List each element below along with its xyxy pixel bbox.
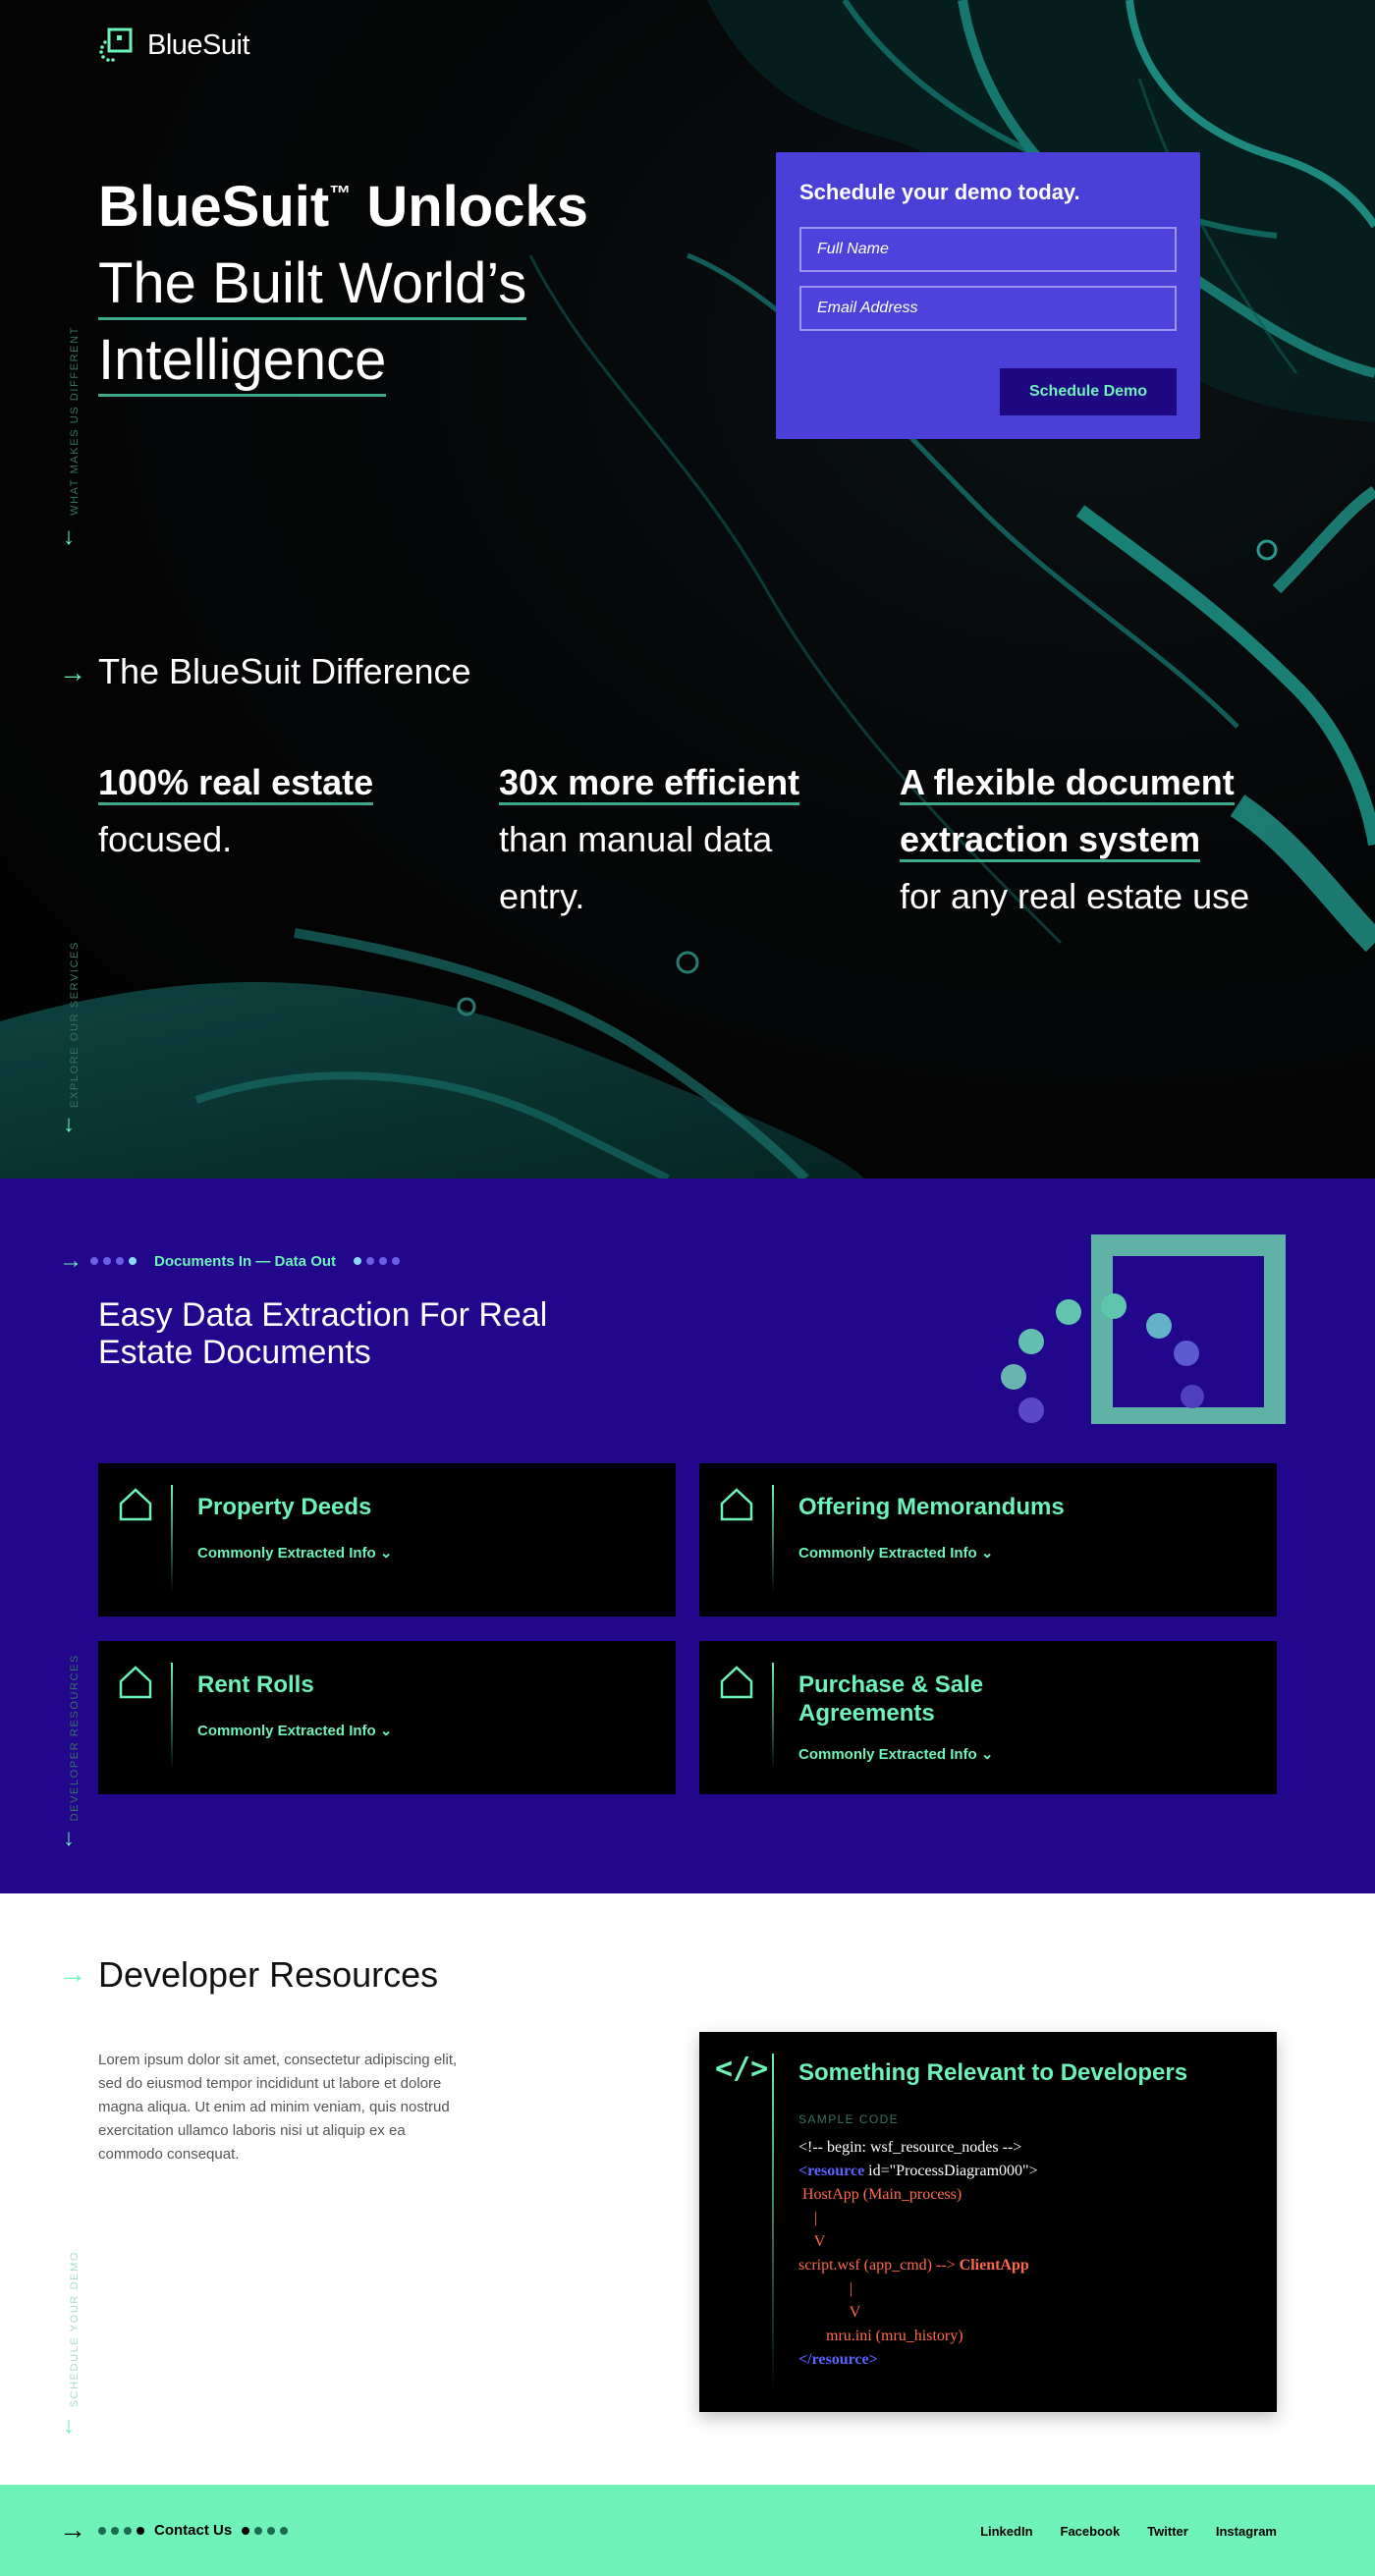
stat-3-rest: for any real estate use bbox=[900, 876, 1250, 916]
arrow-right-icon: → bbox=[59, 2514, 86, 2545]
card-offering-memorandums[interactable]: Offering Memorandums Commonly Extracted … bbox=[699, 1463, 1277, 1617]
schedule-demo-form: Schedule your demo today. Schedule Demo bbox=[776, 152, 1200, 439]
house-icon bbox=[720, 1488, 753, 1521]
arrow-down-icon[interactable]: ↓ bbox=[57, 1113, 81, 1136]
stat-2-rest-line1: than manual data bbox=[499, 819, 773, 859]
side-label-what-makes-us-different: WHAT MAKES US DIFFERENT bbox=[69, 326, 81, 516]
divider bbox=[171, 1485, 173, 1593]
house-icon bbox=[119, 1488, 152, 1521]
full-name-input[interactable] bbox=[799, 227, 1177, 272]
bluesuit-logo-icon bbox=[99, 27, 133, 62]
instagram-link[interactable]: Instagram bbox=[1216, 2524, 1277, 2539]
sample-code-label: SAMPLE CODE bbox=[798, 2112, 900, 2126]
card-title: Rent Rolls bbox=[197, 1672, 314, 1698]
contact-us-link[interactable]: Contact Us bbox=[98, 2522, 289, 2539]
divider bbox=[772, 1663, 774, 1771]
arrow-down-icon[interactable]: ↓ bbox=[57, 1827, 81, 1850]
commonly-extracted-toggle[interactable]: Commonly Extracted Info ⌄ bbox=[197, 1544, 392, 1562]
difference-title: The BlueSuit Difference bbox=[98, 651, 471, 691]
stat-real-estate-focused: 100% real estate focused. bbox=[98, 754, 374, 868]
card-title: Offering Memorandums bbox=[798, 1494, 1065, 1520]
services-section: → Documents In — Data Out Easy Data Extr… bbox=[0, 1178, 1375, 1893]
brand-name: BlueSuit bbox=[147, 28, 250, 61]
house-icon bbox=[720, 1666, 753, 1699]
linkedin-link[interactable]: LinkedIn bbox=[980, 2524, 1032, 2539]
services-breadcrumb: → Documents In — Data Out bbox=[59, 1247, 401, 1275]
stat-3-bold-line2: extraction system bbox=[900, 819, 1201, 862]
arrow-right-icon: → bbox=[59, 657, 86, 687]
hero-title: BlueSuit™ Unlocks The Built World’s Inte… bbox=[98, 155, 588, 399]
services-title: Easy Data Extraction For Real Estate Doc… bbox=[98, 1296, 548, 1371]
stat-1-rest: focused. bbox=[98, 819, 233, 859]
code-token: id="ProcessDiagram000"> bbox=[864, 2163, 1038, 2179]
developer-title: Developer Resources bbox=[98, 1954, 439, 1995]
commonly-extracted-toggle[interactable]: Commonly Extracted Info ⌄ bbox=[798, 1745, 993, 1763]
card-title: Property Deeds bbox=[197, 1494, 372, 1520]
contact-us-label: Contact Us bbox=[154, 2522, 233, 2539]
dots-decoration bbox=[90, 1257, 137, 1265]
code-line: mru.ini (mru_history) bbox=[798, 2328, 963, 2344]
commonly-extracted-toggle[interactable]: Commonly Extracted Info ⌄ bbox=[197, 1722, 392, 1739]
code-line: </resource> bbox=[798, 2351, 878, 2368]
divider bbox=[171, 1663, 173, 1771]
facebook-link[interactable]: Facebook bbox=[1061, 2524, 1121, 2539]
developer-section: → Developer Resources Lorem ipsum dolor … bbox=[0, 1893, 1375, 2485]
divider bbox=[772, 2054, 774, 2392]
trademark-symbol: ™ bbox=[329, 181, 352, 205]
schedule-demo-button[interactable]: Schedule Demo bbox=[1000, 368, 1177, 415]
code-block: <!-- begin: wsf_resource_nodes --> <reso… bbox=[798, 2136, 1038, 2372]
commonly-extracted-toggle[interactable]: Commonly Extracted Info ⌄ bbox=[798, 1544, 993, 1562]
dots-decoration bbox=[242, 2526, 289, 2535]
footer: → Contact Us LinkedIn Facebook Twitter I… bbox=[0, 2485, 1375, 2576]
side-label-developer-resources: DEVELOPER RESOURCES bbox=[69, 1654, 81, 1822]
stat-2-rest-line2: entry. bbox=[499, 876, 585, 916]
twitter-link[interactable]: Twitter bbox=[1147, 2524, 1188, 2539]
stat-flexible-extraction: A flexible document extraction system fo… bbox=[900, 754, 1249, 925]
card-rent-rolls[interactable]: Rent Rolls Commonly Extracted Info ⌄ bbox=[98, 1641, 676, 1794]
dots-decoration bbox=[354, 1257, 401, 1265]
hero-section: BlueSuit BlueSuit™ Unlocks The Built Wor… bbox=[0, 0, 1375, 1178]
document-extraction-illustration bbox=[1001, 1234, 1286, 1424]
code-icon: </> bbox=[715, 2052, 769, 2086]
code-line: V bbox=[798, 2233, 826, 2250]
arrow-right-icon: → bbox=[59, 1247, 82, 1274]
card-title: Purchase & Sale Agreements bbox=[798, 1672, 984, 1726]
code-token: ClientApp bbox=[959, 2257, 1029, 2274]
arrow-right-icon: → bbox=[59, 1958, 86, 1989]
email-address-input[interactable] bbox=[799, 286, 1177, 331]
services-crumb-text: Documents In — Data Out bbox=[154, 1252, 337, 1270]
hero-title-unlocks: Unlocks bbox=[351, 175, 588, 239]
stat-1-bold: 100% real estate bbox=[98, 762, 374, 805]
code-token: script.wsf (app_cmd) --> bbox=[798, 2257, 960, 2274]
card-property-deeds[interactable]: Property Deeds Commonly Extracted Info ⌄ bbox=[98, 1463, 676, 1617]
demo-form-heading: Schedule your demo today. bbox=[799, 180, 1080, 204]
divider bbox=[772, 1485, 774, 1593]
code-line: HostApp (Main_process) bbox=[798, 2186, 962, 2203]
developer-description: Lorem ipsum dolor sit amet, consectetur … bbox=[98, 2052, 458, 2163]
code-line: | bbox=[798, 2210, 818, 2226]
code-line: V bbox=[798, 2304, 861, 2321]
hero-title-line3: Intelligence bbox=[98, 328, 387, 397]
code-line: | bbox=[798, 2280, 853, 2297]
code-card-title: Something Relevant to Developers bbox=[798, 2059, 1188, 2086]
social-links: LinkedIn Facebook Twitter Instagram bbox=[980, 2524, 1277, 2539]
stat-2-bold: 30x more efficient bbox=[499, 762, 800, 805]
stat-3-bold-line1: A flexible document bbox=[900, 762, 1235, 805]
hero-title-brand: BlueSuit bbox=[98, 175, 330, 239]
card-purchase-sale-agreements[interactable]: Purchase & Sale Agreements Commonly Extr… bbox=[699, 1641, 1277, 1794]
arrow-down-icon[interactable]: ↓ bbox=[57, 525, 81, 549]
side-label-schedule-your-demo: SCHEDULE YOUR DEMO bbox=[69, 2251, 81, 2408]
side-label-explore-our-services: EXPLORE OUR SERVICES bbox=[69, 941, 81, 1108]
hero-title-line2: The Built World’s bbox=[98, 251, 527, 320]
code-line: <!-- begin: wsf_resource_nodes --> bbox=[798, 2139, 1022, 2156]
code-sample-card: </> Something Relevant to Developers SAM… bbox=[699, 2032, 1277, 2412]
arrow-down-icon[interactable]: ↓ bbox=[57, 2414, 81, 2438]
dots-decoration bbox=[98, 2526, 144, 2535]
brand-logo[interactable]: BlueSuit bbox=[98, 27, 250, 63]
house-icon bbox=[119, 1666, 152, 1699]
code-token: <resource bbox=[798, 2163, 865, 2179]
stat-more-efficient: 30x more efficient than manual data entr… bbox=[499, 754, 800, 925]
